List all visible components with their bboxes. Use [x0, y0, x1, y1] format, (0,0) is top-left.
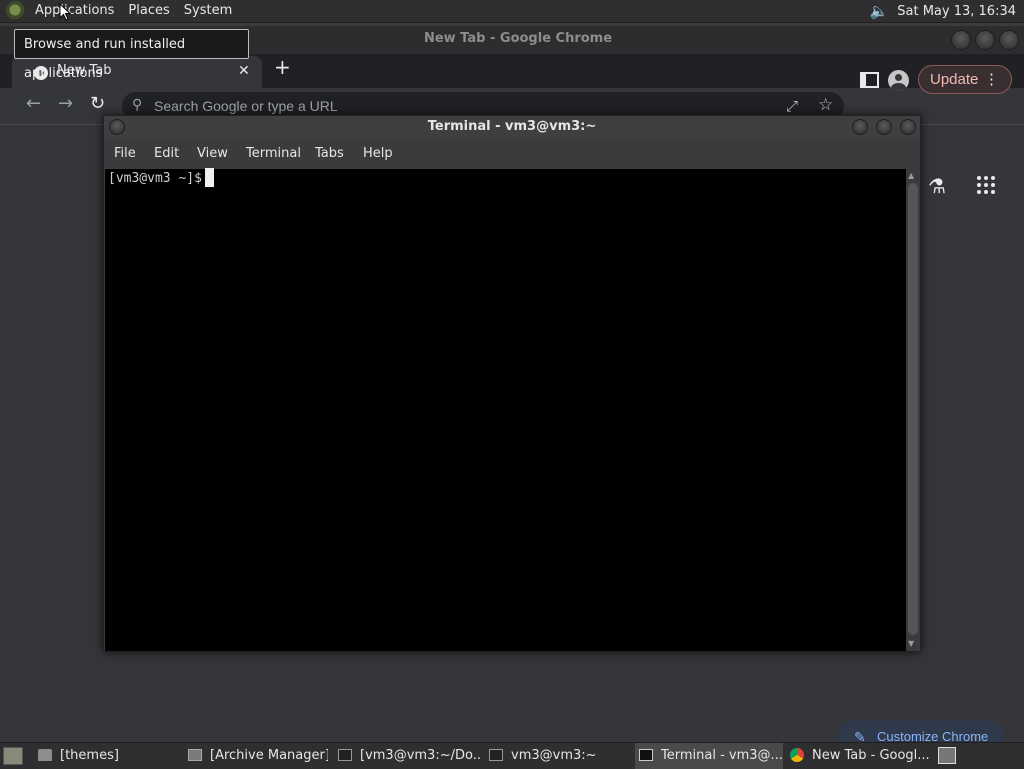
top-panel: Applications Places System 🔈 Sat May 13,…	[0, 0, 1024, 23]
task-archive-manager[interactable]: [Archive Manager]	[188, 743, 328, 769]
applications-tooltip: Browse and run installed applications	[14, 29, 249, 81]
terminal-window: Terminal - vm3@vm3:~ File Edit View Term…	[103, 115, 921, 652]
google-apps-grid-icon[interactable]	[977, 176, 995, 194]
terminal-menu-help[interactable]: Help	[363, 146, 393, 161]
terminal-icon	[338, 748, 352, 761]
scroll-thumb[interactable]	[908, 183, 918, 635]
terminal-close-button[interactable]	[900, 119, 916, 135]
terminal-icon	[489, 748, 503, 761]
tab-close-icon[interactable]: ✕	[238, 63, 250, 79]
chrome-labs-icon[interactable]: ⚗	[928, 174, 946, 198]
side-panel-icon[interactable]	[860, 72, 879, 88]
share-icon[interactable]: ⤢	[786, 97, 798, 115]
terminal-icon	[639, 748, 653, 761]
terminal-minimize-button[interactable]	[852, 119, 868, 135]
task-terminal-home[interactable]: vm3@vm3:~	[489, 743, 629, 769]
terminal-scrollbar[interactable]: ▲ ▼	[906, 169, 920, 651]
terminal-menu-tabs[interactable]: Tabs	[315, 146, 344, 161]
taskbar: [themes] [Archive Manager] [vm3@vm3:~/Do…	[0, 742, 1024, 769]
scroll-down-arrow-icon[interactable]: ▼	[908, 639, 914, 648]
terminal-menu-edit[interactable]: Edit	[154, 146, 179, 161]
task-terminal-active[interactable]: Terminal - vm3@...	[635, 743, 783, 769]
chrome-menu-dots-icon[interactable]: ⋮	[984, 66, 999, 93]
terminal-menu-file[interactable]: File	[114, 146, 136, 161]
menu-places[interactable]: Places	[121, 0, 176, 22]
terminal-menu-terminal[interactable]: Terminal	[246, 146, 301, 161]
folder-icon	[38, 748, 52, 761]
task-themes[interactable]: [themes]	[38, 743, 178, 769]
terminal-prompt: [vm3@vm3 ~]$	[108, 171, 202, 186]
terminal-cursor	[204, 168, 214, 187]
menu-system[interactable]: System	[177, 0, 239, 22]
scroll-up-arrow-icon[interactable]: ▲	[908, 171, 914, 180]
volume-icon[interactable]: 🔈	[869, 1, 889, 21]
forward-arrow-icon[interactable]: →	[58, 94, 73, 114]
back-arrow-icon[interactable]: ←	[26, 94, 41, 114]
terminal-prompt-line: [vm3@vm3 ~]$	[108, 168, 214, 188]
terminal-titlebar[interactable]: Terminal - vm3@vm3:~	[104, 116, 920, 140]
terminal-menu-view[interactable]: View	[197, 146, 228, 161]
terminal-screen[interactable]: [vm3@vm3 ~]$	[105, 168, 906, 651]
reload-icon[interactable]: ↻	[90, 94, 105, 114]
terminal-menubar: File Edit View Terminal Tabs Help	[104, 140, 920, 168]
show-desktop-icon[interactable]	[3, 747, 23, 765]
workspace-switcher-icon[interactable]	[938, 747, 956, 764]
search-icon: ⚲	[132, 97, 143, 113]
chrome-icon	[790, 747, 804, 762]
update-button[interactable]: Update ⋮	[918, 65, 1012, 94]
clock[interactable]: Sat May 13, 16:34	[889, 4, 1020, 19]
maximize-button[interactable]	[975, 30, 995, 50]
mouse-cursor-icon	[59, 3, 71, 21]
bookmark-star-icon[interactable]: ☆	[818, 95, 833, 115]
close-button[interactable]	[999, 30, 1019, 50]
terminal-maximize-button[interactable]	[876, 119, 892, 135]
distro-logo-icon[interactable]	[6, 1, 26, 21]
terminal-window-title: Terminal - vm3@vm3:~	[427, 119, 597, 134]
new-tab-button[interactable]: +	[274, 57, 291, 77]
archive-icon	[188, 748, 202, 761]
task-chrome[interactable]: New Tab - Googl...	[790, 743, 930, 769]
minimize-button[interactable]	[951, 30, 971, 50]
task-terminal-documents[interactable]: [vm3@vm3:~/Do...	[338, 743, 480, 769]
panel-tray: 🔈 Sat May 13, 16:34	[869, 0, 1020, 22]
profile-avatar-icon[interactable]	[888, 70, 909, 91]
menu-applications[interactable]: Applications	[28, 0, 121, 22]
update-label: Update	[930, 71, 979, 88]
